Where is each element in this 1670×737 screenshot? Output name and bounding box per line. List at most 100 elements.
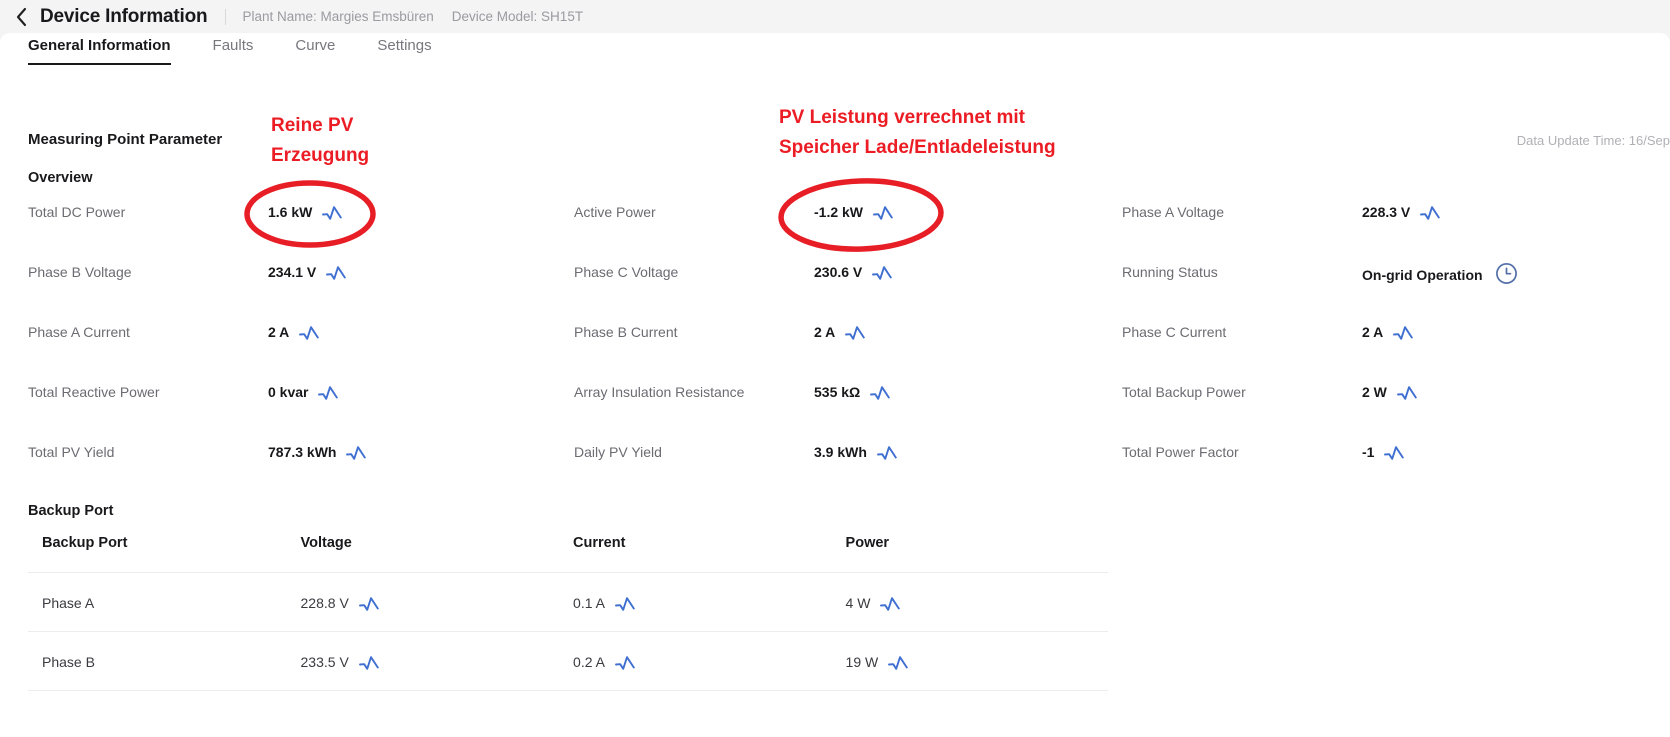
tab-curve[interactable]: Curve xyxy=(279,37,361,65)
tab-bar: General Information Faults Curve Setting… xyxy=(28,37,458,65)
cell-power-group: 19 W xyxy=(846,654,909,670)
cell-power-text: 4 W xyxy=(845,595,871,611)
cell-current-group: 0.1 A xyxy=(573,595,635,611)
overview-item-value-group: 0 kvar xyxy=(268,383,339,401)
overview-item-label: Total Backup Power xyxy=(1122,384,1246,400)
cell-voltage-group: 228.8 V xyxy=(301,595,379,611)
cell-voltage-text: 233.5 V xyxy=(300,654,349,670)
overview-item-value-group: 2 A xyxy=(268,323,320,341)
overview-item: Phase A Voltage 228.3 V xyxy=(1122,203,1658,263)
overview-item-value: 535 kΩ xyxy=(814,384,861,400)
trend-chart-icon[interactable] xyxy=(1393,326,1414,340)
overview-item: Phase B Voltage 234.1 V xyxy=(28,263,574,323)
overview-item: Phase C Current 2 A xyxy=(1122,323,1658,383)
trend-chart-icon[interactable] xyxy=(358,656,379,670)
overview-item-label: Phase C Voltage xyxy=(574,264,679,280)
overview-item-value: 228.3 V xyxy=(1362,204,1411,220)
cell-voltage: 228.8 V xyxy=(300,572,574,632)
cell-voltage-text: 228.8 V xyxy=(300,595,349,611)
overview-item-value: 2 A xyxy=(1362,324,1384,340)
tab-faults[interactable]: Faults xyxy=(197,37,280,65)
backup-port-section-title: Backup Port xyxy=(28,503,114,519)
overview-item-label: Phase C Current xyxy=(1122,324,1227,340)
overview-title: Overview xyxy=(28,170,93,186)
overview-item-label: Active Power xyxy=(574,204,656,220)
overview-item-label: Array Insulation Resistance xyxy=(574,384,745,400)
overview-item: Total Reactive Power 0 kvar xyxy=(28,383,574,443)
clock-icon[interactable] xyxy=(1495,262,1518,285)
cell-current: 0.1 A xyxy=(573,572,846,632)
trend-chart-icon[interactable] xyxy=(1384,446,1405,460)
overview-item-label: Running Status xyxy=(1122,264,1218,280)
overview-item-value-group: 3.9 kWh xyxy=(814,443,897,461)
overview-item-value-group: -1.2 kW xyxy=(814,203,893,221)
overview-item-label: Phase B Current xyxy=(574,324,678,340)
cell-current-text: 0.1 A xyxy=(573,595,605,611)
overview-item-value: 230.6 V xyxy=(814,264,863,280)
trend-chart-icon[interactable] xyxy=(1420,206,1441,220)
top-bar: Device Information Plant Name: Margies E… xyxy=(0,0,1670,33)
trend-chart-icon[interactable] xyxy=(888,656,908,670)
trend-chart-icon[interactable] xyxy=(873,206,893,220)
tab-settings[interactable]: Settings xyxy=(361,37,457,65)
overview-item: Phase B Current 2 A xyxy=(574,323,1122,383)
cell-voltage-group: 233.5 V xyxy=(301,654,379,670)
overview-item-label: Phase A Current xyxy=(28,324,130,340)
data-update-time: Data Update Time: 16/Sep xyxy=(1516,133,1670,148)
table-row: Phase B 233.5 V 0.2 A 19 W xyxy=(28,631,1108,691)
overview-item-label: Phase B Voltage xyxy=(28,264,132,280)
page-title: Device Information xyxy=(40,5,208,27)
overview-item-value: 0 kvar xyxy=(268,384,309,400)
cell-voltage: 233.5 V xyxy=(300,631,574,691)
overview-item-label: Total DC Power xyxy=(28,204,126,220)
cell-current-group: 0.2 A xyxy=(573,654,635,670)
cell-backup-port: Phase B xyxy=(28,631,301,691)
trend-chart-icon[interactable] xyxy=(1396,386,1417,400)
trend-chart-icon[interactable] xyxy=(322,206,343,220)
overview-item: Total Power Factor -1 xyxy=(1122,443,1658,503)
cell-power-text: 19 W xyxy=(845,654,879,670)
cell-current: 0.2 A xyxy=(573,631,846,691)
overview-item-value: On-grid Operation xyxy=(1362,266,1483,283)
tab-general-information[interactable]: General Information xyxy=(28,37,197,65)
column-header-backup-port: Backup Port xyxy=(28,535,301,573)
overview-item-value-group: 234.1 V xyxy=(268,263,347,281)
overview-item-label: Total Power Factor xyxy=(1122,444,1239,460)
backup-port-table: Backup Port Voltage Current Power Phase … xyxy=(28,535,1108,691)
trend-chart-icon[interactable] xyxy=(845,326,866,340)
trend-chart-icon[interactable] xyxy=(299,326,320,340)
trend-chart-icon[interactable] xyxy=(870,386,891,400)
trend-chart-icon[interactable] xyxy=(326,266,347,280)
overview-item: Running Status On-grid Operation xyxy=(1122,263,1658,323)
overview-item: Total Backup Power 2 W xyxy=(1122,383,1658,443)
overview-item-value: 2 A xyxy=(268,324,290,340)
trend-chart-icon[interactable] xyxy=(876,446,897,460)
trend-chart-icon[interactable] xyxy=(872,266,893,280)
app-root: Device Information Plant Name: Margies E… xyxy=(0,0,1670,737)
overview-item-value-group: 2 A xyxy=(1362,323,1414,341)
overview-item: Array Insulation Resistance 535 kΩ xyxy=(574,383,1122,443)
overview-item-value: 1.6 kW xyxy=(268,204,313,220)
plant-name-label: Plant Name: Margies Emsbüren xyxy=(242,9,434,24)
device-model-label: Device Model: SH15T xyxy=(451,9,584,24)
cell-power: 4 W xyxy=(845,572,1108,632)
trend-chart-icon[interactable] xyxy=(358,597,379,611)
overview-item: Daily PV Yield 3.9 kWh xyxy=(574,443,1122,503)
overview-grid: Total DC Power 1.6 kW Active Power -1.2 kW P… xyxy=(28,203,1658,503)
trend-chart-icon[interactable] xyxy=(318,386,339,400)
table-row: Phase A 228.8 V 0.1 A 4 W xyxy=(28,572,1108,632)
trend-chart-icon[interactable] xyxy=(615,656,635,670)
chevron-left-icon[interactable] xyxy=(10,6,32,28)
title-divider xyxy=(225,8,227,25)
overview-item-value: 787.3 kWh xyxy=(268,444,337,460)
overview-item-value-group: 1.6 kW xyxy=(268,203,343,221)
overview-item: Phase A Current 2 A xyxy=(28,323,574,383)
trend-chart-icon[interactable] xyxy=(615,597,635,611)
overview-item-value-group: 787.3 kWh xyxy=(268,443,367,461)
trend-chart-icon[interactable] xyxy=(880,597,901,611)
overview-item: Total PV Yield 787.3 kWh xyxy=(28,443,574,503)
overview-item-label: Daily PV Yield xyxy=(574,444,662,460)
cell-power-group: 4 W xyxy=(846,595,901,611)
column-header-power: Power xyxy=(845,535,1108,573)
trend-chart-icon[interactable] xyxy=(346,446,367,460)
